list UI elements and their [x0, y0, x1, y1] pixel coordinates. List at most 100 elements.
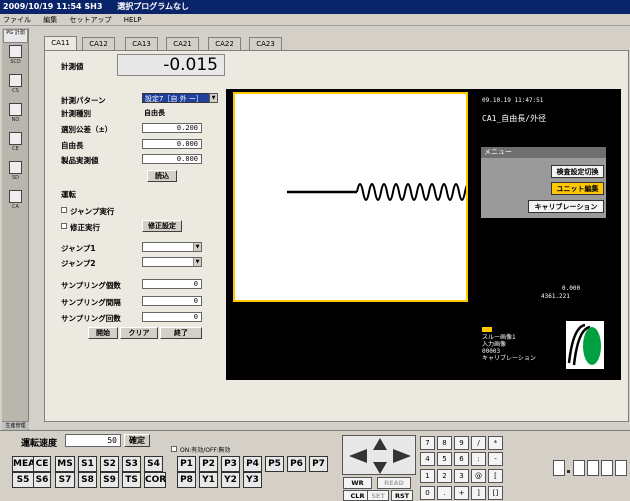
mode-key-s5[interactable]: S5 — [12, 472, 34, 488]
num-key[interactable]: 9 — [454, 436, 469, 450]
mode-key-s9[interactable]: S9 — [100, 472, 119, 488]
sidebar-top[interactable]: PG 計測 — [3, 29, 28, 43]
read-button[interactable]: 読込 — [147, 170, 177, 182]
product-input[interactable]: 0.000 — [142, 154, 202, 164]
tab-ca22[interactable]: CA22 — [208, 37, 241, 50]
sidebar-item-sd[interactable]: SD — [3, 161, 28, 188]
sidebar-production[interactable]: 生産管理 — [2, 421, 29, 429]
sidebar-item-scd[interactable]: SCD — [3, 45, 28, 72]
sampling-times-input[interactable]: 0 — [142, 312, 202, 322]
tab-ca23[interactable]: CA23 — [249, 37, 282, 50]
mode-key-mea[interactable]: MEA — [12, 456, 35, 472]
sampling-count-input[interactable]: 0 — [142, 279, 202, 289]
sidebar-item-no[interactable]: NO — [3, 103, 28, 130]
sampling-interval-input[interactable]: 0 — [142, 296, 202, 306]
tab-ca11[interactable]: CA11 — [44, 36, 77, 50]
program-key-y2[interactable]: Y2 — [221, 472, 240, 488]
program-key-p4[interactable]: P4 — [243, 456, 262, 472]
menu-help[interactable]: HELP — [124, 16, 142, 24]
num-key[interactable]: - — [488, 452, 503, 466]
program-key-p3[interactable]: P3 — [221, 456, 240, 472]
mode-key-s6[interactable]: S6 — [33, 472, 51, 488]
camera-datetime: 09.10.19 11:47:51 — [482, 97, 544, 104]
program-key-y1[interactable]: Y1 — [199, 472, 218, 488]
display-digit — [553, 460, 565, 476]
start-button[interactable]: 開始 — [88, 327, 118, 339]
confirm-button[interactable]: 確定 — [124, 434, 150, 447]
mode-key-cor[interactable]: COR — [144, 472, 166, 488]
jump2-select[interactable]: ▼ — [142, 257, 202, 267]
program-key-p5[interactable]: P5 — [265, 456, 284, 472]
mode-key-s7[interactable]: S7 — [55, 472, 75, 488]
titlebar-program: 選択プログラムなし — [117, 2, 189, 11]
num-key[interactable]: * — [488, 436, 503, 450]
tab-ca21[interactable]: CA21 — [166, 37, 199, 50]
sidebar-item-ce[interactable]: CE — [3, 132, 28, 159]
num-key[interactable]: : — [471, 452, 486, 466]
menubar: ファイル 編集 セットアップ HELP — [0, 14, 630, 26]
arrow-up-icon[interactable] — [373, 438, 387, 450]
num-key[interactable]: 5 — [437, 452, 452, 466]
arrow-right-icon[interactable] — [393, 449, 411, 463]
menu-file[interactable]: ファイル — [3, 16, 31, 24]
menu-edit[interactable]: 編集 — [43, 16, 57, 24]
mode-key-s4[interactable]: S4 — [144, 456, 163, 472]
num-key[interactable]: 8 — [437, 436, 452, 450]
arrow-down-icon[interactable] — [373, 462, 387, 474]
program-key-p6[interactable]: P6 — [287, 456, 306, 472]
tab-ca13[interactable]: CA13 — [125, 37, 158, 50]
program-key-p7[interactable]: P7 — [309, 456, 328, 472]
tab-ca12[interactable]: CA12 — [82, 37, 115, 50]
correct-exec-checkbox[interactable] — [61, 223, 67, 229]
mode-key-s1[interactable]: S1 — [78, 456, 97, 472]
num-key[interactable]: . — [437, 486, 452, 500]
sidebar-item-ca[interactable]: CA — [3, 190, 28, 217]
program-key-p8[interactable]: P8 — [177, 472, 196, 488]
clear-button[interactable]: クリア — [120, 327, 158, 339]
num-key[interactable]: / — [471, 436, 486, 450]
on-off-checkbox[interactable] — [171, 446, 177, 452]
jump1-select[interactable]: ▼ — [142, 242, 202, 252]
mode-key-s8[interactable]: S8 — [78, 472, 97, 488]
program-key-p2[interactable]: P2 — [199, 456, 218, 472]
unit-edit-button[interactable]: ユニット編集 — [551, 182, 604, 195]
mode-key-ce[interactable]: CE — [33, 456, 51, 472]
inspection-switch-button[interactable]: 検査設定切換 — [551, 165, 604, 178]
num-key[interactable]: + — [454, 486, 469, 500]
num-key[interactable]: 4 — [420, 452, 435, 466]
num-key[interactable]: 0 — [420, 486, 435, 500]
free-length-input[interactable]: 0.000 — [142, 139, 202, 149]
set-button[interactable]: SET — [367, 490, 389, 501]
program-key-y3[interactable]: Y3 — [243, 472, 262, 488]
mode-key-s2[interactable]: S2 — [100, 456, 119, 472]
num-key[interactable]: 2 — [437, 469, 452, 483]
num-key[interactable]: [] — [488, 486, 503, 500]
num-key[interactable]: 1 — [420, 469, 435, 483]
mode-key-ms[interactable]: MS — [55, 456, 75, 472]
correct-setting-button[interactable]: 修正設定 — [142, 220, 182, 232]
display-digit — [587, 460, 599, 476]
num-key[interactable]: 6 — [454, 452, 469, 466]
read-key[interactable]: READ — [377, 477, 411, 489]
num-key[interactable]: 7 — [420, 436, 435, 450]
pattern-select[interactable]: 設定7［自 外 ー］ — [142, 93, 218, 103]
menu-setup[interactable]: セットアップ — [69, 16, 111, 24]
speed-input[interactable]: 50 — [65, 434, 121, 447]
jump-exec-checkbox[interactable] — [61, 207, 67, 213]
num-key[interactable]: @ — [471, 469, 486, 483]
num-key[interactable]: ] — [471, 486, 486, 500]
num-key[interactable]: 3 — [454, 469, 469, 483]
mode-key-ts[interactable]: TS — [122, 472, 141, 488]
tolerance-input[interactable]: 0.200 — [142, 123, 202, 133]
rst-button[interactable]: RST — [391, 490, 413, 501]
sidebar-item-cs[interactable]: CS — [3, 74, 28, 101]
program-key-p1[interactable]: P1 — [177, 456, 196, 472]
on-off-label: ON:有効/OFF:無効 — [180, 447, 231, 454]
pattern-dropdown-icon[interactable]: ▼ — [209, 93, 218, 103]
arrow-left-icon[interactable] — [349, 449, 367, 463]
mode-key-s3[interactable]: S3 — [122, 456, 141, 472]
end-button[interactable]: 終了 — [160, 327, 202, 339]
calibration-button[interactable]: キャリブレーション — [528, 200, 604, 213]
wr-button[interactable]: WR — [343, 477, 372, 489]
num-key[interactable]: [ — [488, 469, 503, 483]
